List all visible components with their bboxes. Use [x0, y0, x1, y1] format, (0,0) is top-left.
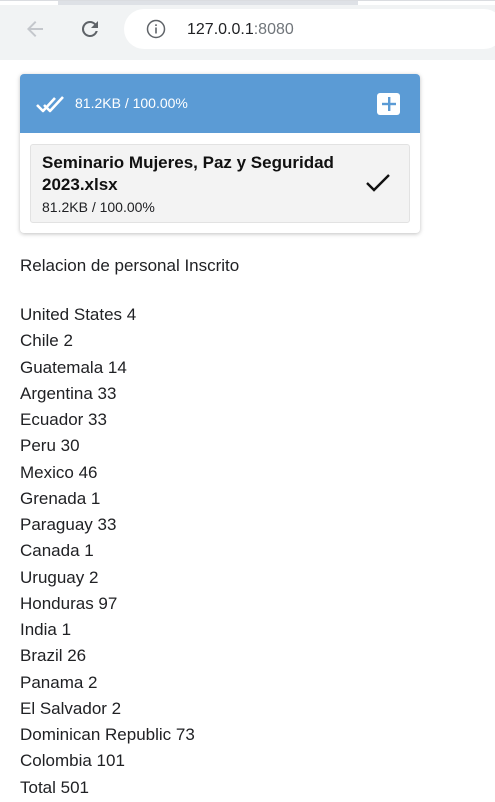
list-item: Ecuador 33 [20, 410, 107, 429]
browser-toolbar: 127.0.0.1:8080 [0, 0, 495, 60]
list-item: Mexico 46 [20, 462, 98, 482]
list-item: Total 501 [20, 777, 89, 797]
tab-strip [0, 1, 495, 5]
uploaded-file-item[interactable]: Seminario Mujeres, Paz y Seguridad 2023.… [30, 144, 410, 223]
file-name: Seminario Mujeres, Paz y Seguridad 2023.… [42, 153, 334, 194]
country-count-list: United States 4 Chile 2 Guatemala 14 Arg… [20, 302, 195, 801]
url-port: :8080 [253, 21, 294, 38]
done-all-icon [36, 96, 64, 113]
tab-edge-right[interactable] [358, 1, 495, 5]
list-item: Dominican Republic 73 [20, 725, 195, 744]
tab-edge-left[interactable] [0, 1, 58, 5]
list-item: Colombia 101 [20, 751, 125, 771]
list-item: Honduras 97 [20, 593, 118, 613]
list-item: Chile 2 [20, 331, 73, 351]
list-item: United States 4 [20, 305, 137, 324]
list-item: Grenada 1 [20, 488, 101, 508]
list-item: Canada 1 [20, 541, 94, 561]
list-item: Paraguay 33 [20, 515, 117, 534]
list-item: Brazil 26 [20, 646, 87, 666]
list-item: Uruguay 2 [20, 567, 99, 587]
list-item: India 1 [20, 620, 72, 639]
file-upload-status: 81.2KB / 100.00% [42, 199, 155, 215]
upload-card: 81.2KB / 100.00% Seminario Mujeres, Paz … [20, 74, 420, 233]
url-text[interactable]: 127.0.0.1:8080 [187, 20, 294, 40]
list-item: Panama 2 [20, 672, 98, 692]
list-item: Peru 30 [20, 436, 80, 456]
address-bar[interactable]: 127.0.0.1:8080 [124, 9, 495, 49]
section-title: Relacion de personal Inscrito [20, 256, 240, 275]
reload-button[interactable] [75, 14, 105, 44]
reload-icon [81, 20, 98, 37]
list-item: El Salvador 2 [20, 698, 122, 718]
arrow-left-icon [27, 21, 43, 37]
check-icon [366, 174, 390, 192]
list-item: Guatemala 14 [20, 357, 127, 377]
plus-icon [381, 97, 396, 111]
info-icon[interactable] [146, 19, 166, 39]
upload-card-header: 81.2KB / 100.00% [20, 74, 420, 133]
url-host: 127.0.0.1 [187, 21, 254, 38]
upload-summary-status: 81.2KB / 100.00% [75, 95, 188, 111]
add-file-button[interactable] [377, 93, 400, 115]
back-button[interactable] [20, 14, 50, 44]
list-item: Argentina 33 [20, 383, 117, 403]
